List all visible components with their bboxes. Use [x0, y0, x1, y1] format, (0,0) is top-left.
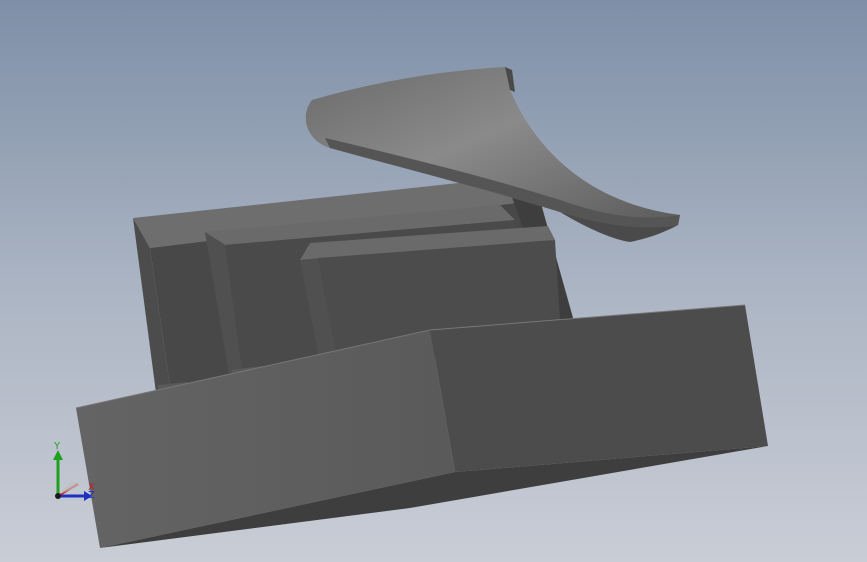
coordinate-triad: Y X Z [53, 441, 95, 501]
graphics-viewport[interactable]: Y X Z [0, 0, 867, 562]
axis-label-y: Y [53, 441, 61, 452]
axis-label-z: Z [88, 490, 95, 501]
model-scene[interactable] [0, 0, 867, 562]
